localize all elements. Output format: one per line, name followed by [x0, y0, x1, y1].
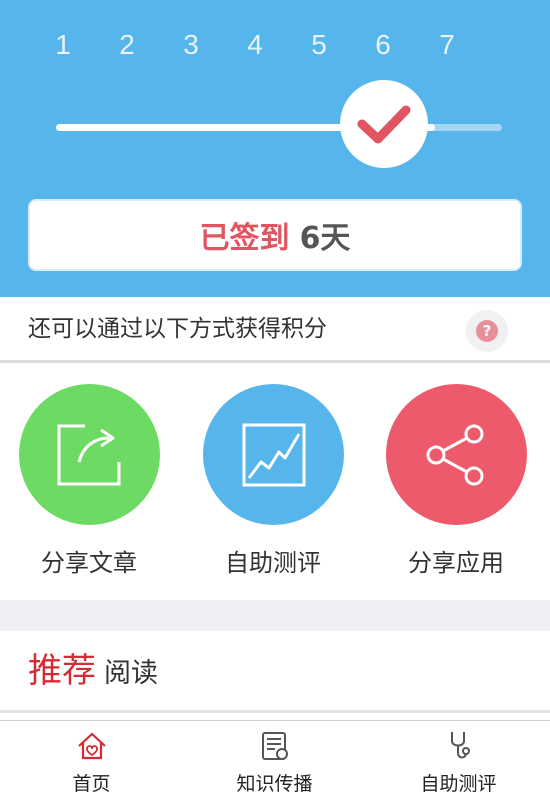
recommend-light: 阅读 — [104, 658, 158, 689]
day-number: 4 — [247, 29, 263, 60]
share-app-circle — [386, 384, 527, 525]
question-icon: ? — [476, 320, 498, 342]
nav-label-home: 首页 — [72, 773, 111, 795]
signed-days-count: 6天 — [299, 221, 351, 256]
signed-days-button[interactable]: 已签到 6天 — [28, 199, 522, 271]
share-app-label: 分享应用 — [408, 549, 504, 577]
home-icon — [76, 729, 108, 763]
nav-item-self-assessment[interactable]: 自助测评 — [367, 721, 550, 801]
stethoscope-icon — [443, 729, 475, 763]
share-app-icon — [426, 424, 483, 485]
recommend-strong: 推荐 — [28, 651, 96, 691]
point-actions: 分享文章 自助测评 分享应用 — [0, 366, 550, 600]
day-number: 2 — [119, 29, 135, 60]
checkin-marker — [340, 80, 428, 168]
recommend-title: 推荐 阅读 — [28, 649, 158, 699]
signed-label: 已签到 — [199, 221, 290, 256]
share-article-circle — [19, 384, 160, 525]
day-number: 5 — [311, 29, 327, 60]
day-number: 3 — [183, 29, 199, 60]
bottom-nav: 首页 知识传播 自助测评 — [0, 720, 550, 800]
checkin-progress-track — [56, 124, 502, 131]
nav-label-self-assessment: 自助测评 — [420, 773, 497, 795]
day-numbers: 1 2 3 4 5 6 7 — [0, 25, 550, 65]
day-number: 6 — [375, 29, 391, 60]
self-assessment-circle — [203, 384, 344, 525]
help-button[interactable]: ? — [466, 310, 508, 352]
self-assessment-label: 自助测评 — [225, 549, 321, 577]
checkin-header: 1 2 3 4 5 6 7 已签到 6天 — [0, 0, 550, 297]
points-info-text: 还可以通过以下方式获得积分 — [28, 316, 327, 342]
share-article-label: 分享文章 — [41, 549, 137, 577]
document-icon — [259, 729, 291, 763]
nav-item-knowledge[interactable]: 知识传播 — [183, 721, 366, 801]
share-app-button[interactable]: 分享应用 — [376, 384, 536, 584]
self-assessment-button[interactable]: 自助测评 — [193, 384, 353, 584]
recommend-reading-section: 推荐 阅读 — [0, 631, 550, 713]
section-divider — [0, 600, 550, 631]
nav-label-knowledge: 知识传播 — [236, 773, 313, 795]
share-article-button[interactable]: 分享文章 — [9, 384, 169, 584]
chart-icon — [242, 423, 305, 486]
day-number: 7 — [439, 29, 455, 60]
day-number: 1 — [55, 29, 71, 60]
nav-item-home[interactable]: 首页 — [0, 721, 183, 801]
check-icon — [357, 105, 411, 144]
share-article-icon — [57, 424, 120, 485]
